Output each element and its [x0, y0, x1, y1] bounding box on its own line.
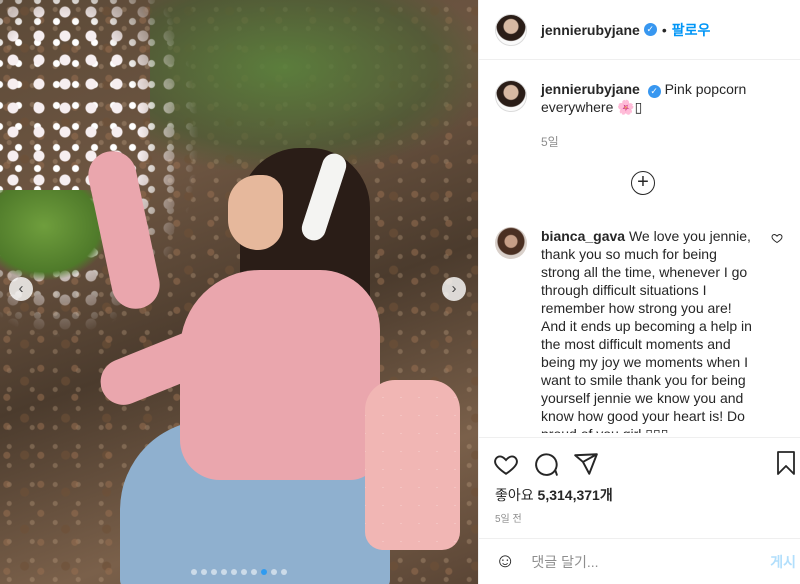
- author-avatar[interactable]: [495, 13, 527, 46]
- emoji-icon[interactable]: ☺: [495, 550, 515, 573]
- plus-circle-icon: +: [637, 171, 649, 193]
- carousel-dot: [231, 569, 237, 575]
- post-viewer: ‹ › jennierubyjane ✓ • 팔로우 jennierubyjan…: [0, 0, 800, 584]
- carousel-dot: [261, 569, 267, 575]
- caption-body: jennierubyjane ✓ Pink popcorn everywhere…: [541, 80, 787, 116]
- like-button[interactable]: [493, 444, 533, 484]
- carousel-dots: [0, 569, 478, 575]
- photo-sweater: [180, 270, 380, 480]
- carousel-dot: [221, 569, 227, 575]
- author-username[interactable]: jennierubyjane: [541, 22, 640, 38]
- verified-icon: ✓: [643, 23, 657, 36]
- likes-label: 좋아요: [495, 487, 534, 503]
- share-button[interactable]: [573, 444, 613, 484]
- carousel-dot: [281, 569, 287, 575]
- post-photo[interactable]: ‹ ›: [0, 0, 478, 584]
- comment-button[interactable]: [533, 444, 573, 484]
- carousel-dot: [271, 569, 277, 575]
- save-button[interactable]: [774, 450, 798, 479]
- carousel-dot: [251, 569, 257, 575]
- post-side-panel: jennierubyjane ✓ • 팔로우 jennierubyjane ✓ …: [478, 0, 800, 584]
- bookmark-icon: [777, 451, 795, 475]
- load-more-comments-button[interactable]: +: [631, 171, 655, 195]
- commenter-avatar[interactable]: [495, 227, 527, 259]
- post-comment-button[interactable]: 게시: [770, 552, 796, 572]
- carousel-dot: [211, 569, 217, 575]
- post-actions: 좋아요 5,314,371개 5일 전: [479, 437, 800, 525]
- comment-input[interactable]: [531, 553, 744, 570]
- comment-item: bianca_gava We love you jennie, thank yo…: [495, 227, 795, 433]
- photo-backpack: [365, 380, 460, 550]
- heart-icon: [494, 455, 518, 475]
- comment-composer: ☺ 게시: [479, 538, 800, 584]
- caption-time[interactable]: 5일: [541, 133, 559, 150]
- carousel-dot: [201, 569, 207, 575]
- posted-time[interactable]: 5일 전: [495, 510, 522, 525]
- carousel-prev-button[interactable]: ‹: [9, 277, 33, 301]
- post-header: jennierubyjane ✓ • 팔로우: [479, 0, 800, 60]
- header-separator: •: [661, 21, 667, 38]
- carousel-next-button[interactable]: ›: [442, 277, 466, 301]
- comment-text: We love you jennie, thank you so much fo…: [541, 228, 752, 433]
- caption-username[interactable]: jennierubyjane: [541, 81, 640, 97]
- post-caption: jennierubyjane ✓ Pink popcorn everywhere…: [495, 80, 787, 116]
- follow-button[interactable]: 팔로우: [672, 20, 711, 40]
- carousel-dot: [241, 569, 247, 575]
- comment-body: bianca_gava We love you jennie, thank yo…: [541, 227, 755, 433]
- comment-like-button[interactable]: [771, 232, 783, 247]
- caption-avatar[interactable]: [495, 80, 527, 112]
- heart-icon: [771, 233, 783, 244]
- commenter-username[interactable]: bianca_gava: [541, 228, 625, 244]
- like-count[interactable]: 좋아요 5,314,371개: [495, 485, 613, 505]
- carousel-dot: [191, 569, 197, 575]
- likes-number: 5,314,371개: [537, 487, 613, 503]
- share-icon: [574, 453, 598, 475]
- verified-icon: ✓: [647, 85, 661, 98]
- photo-face: [228, 175, 283, 250]
- comment-icon: [535, 453, 558, 476]
